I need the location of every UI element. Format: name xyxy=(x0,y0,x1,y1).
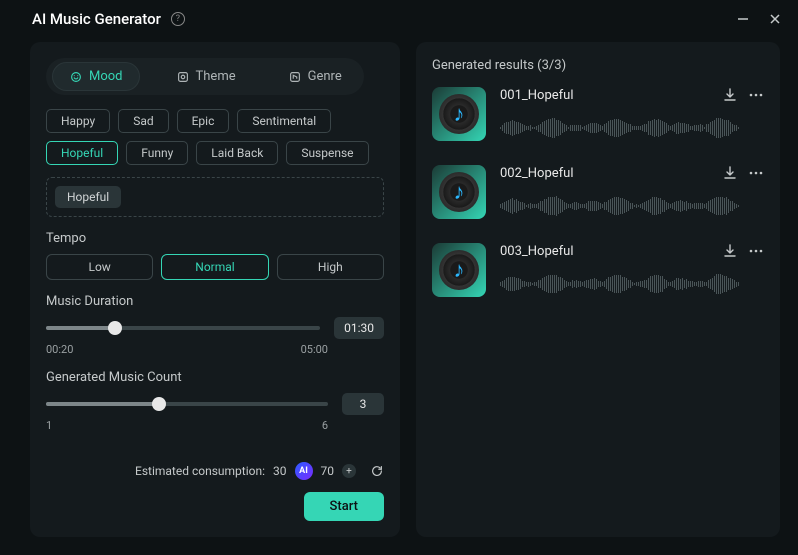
result-title: 002_Hopeful xyxy=(500,166,574,181)
download-icon[interactable] xyxy=(722,165,738,181)
tab-label: Genre xyxy=(308,69,342,84)
count-min: 1 xyxy=(46,419,52,432)
mood-chip-laid-back[interactable]: Laid Back xyxy=(196,141,278,165)
result-thumbnail[interactable]: ♪ xyxy=(432,87,486,141)
selected-tags-bar: Hopeful xyxy=(46,177,384,217)
waveform[interactable] xyxy=(500,195,764,217)
duration-max: 05:00 xyxy=(301,343,328,356)
download-icon[interactable] xyxy=(722,243,738,259)
result-item: ♪ 003_Hopeful xyxy=(432,243,764,297)
result-title: 003_Hopeful xyxy=(500,244,574,259)
music-note-icon: ♪ xyxy=(454,257,465,283)
estimate-label: Estimated consumption: xyxy=(135,464,265,478)
more-icon[interactable] xyxy=(748,165,764,181)
credits-value: 70 xyxy=(321,464,335,478)
tab-theme[interactable]: Theme xyxy=(160,63,252,90)
mood-chip-epic[interactable]: Epic xyxy=(177,109,230,133)
count-max: 6 xyxy=(322,419,328,432)
refresh-icon[interactable] xyxy=(370,464,384,478)
duration-label: Music Duration xyxy=(46,294,384,309)
count-label: Generated Music Count xyxy=(46,370,384,385)
add-credits-button[interactable]: + xyxy=(342,464,356,478)
tempo-low[interactable]: Low xyxy=(46,254,153,280)
download-icon[interactable] xyxy=(722,87,738,103)
tempo-normal[interactable]: Normal xyxy=(161,254,268,280)
waveform[interactable] xyxy=(500,273,764,295)
start-button[interactable]: Start xyxy=(304,492,384,521)
tab-mood[interactable]: Mood xyxy=(52,62,140,91)
tab-genre[interactable]: Genre xyxy=(272,63,358,90)
result-title: 001_Hopeful xyxy=(500,88,574,103)
mood-chip-hopeful[interactable]: Hopeful xyxy=(46,141,118,165)
close-button[interactable] xyxy=(768,12,782,26)
help-icon[interactable]: ? xyxy=(171,12,185,26)
results-panel: Generated results (3/3) ♪ 001_Hopeful ♪ 002… xyxy=(416,42,780,537)
music-note-icon: ♪ xyxy=(454,179,465,205)
window-title: AI Music Generator xyxy=(32,10,161,28)
results-heading: Generated results (3/3) xyxy=(432,58,764,73)
more-icon[interactable] xyxy=(748,87,764,103)
result-thumbnail[interactable]: ♪ xyxy=(432,243,486,297)
result-item: ♪ 002_Hopeful xyxy=(432,165,764,219)
selected-tag[interactable]: Hopeful xyxy=(55,186,121,208)
music-note-icon: ♪ xyxy=(454,101,465,127)
tab-label: Theme xyxy=(196,69,236,84)
result-thumbnail[interactable]: ♪ xyxy=(432,165,486,219)
count-slider[interactable] xyxy=(46,402,328,406)
count-value: 3 xyxy=(342,393,384,415)
mood-chips: Happy Sad Epic Sentimental Hopeful Funny Laid … xyxy=(46,109,384,165)
duration-min: 00:20 xyxy=(46,343,73,356)
waveform[interactable] xyxy=(500,117,764,139)
mood-chip-suspense[interactable]: Suspense xyxy=(286,141,368,165)
estimate-value: 30 xyxy=(273,464,287,478)
tempo-high[interactable]: High xyxy=(277,254,384,280)
tempo-label: Tempo xyxy=(46,231,384,246)
settings-panel: Mood Theme Genre Happy Sad Epic Sentimental Ho… xyxy=(30,42,400,537)
mood-chip-funny[interactable]: Funny xyxy=(126,141,188,165)
tempo-options: Low Normal High xyxy=(46,254,384,280)
duration-slider[interactable] xyxy=(46,326,320,330)
mood-chip-sad[interactable]: Sad xyxy=(118,109,168,133)
more-icon[interactable] xyxy=(748,243,764,259)
ai-credits-icon: AI xyxy=(295,462,313,480)
tab-label: Mood xyxy=(89,69,123,84)
minimize-button[interactable] xyxy=(736,12,750,26)
result-item: ♪ 001_Hopeful xyxy=(432,87,764,141)
duration-value: 01:30 xyxy=(334,317,384,339)
mood-chip-happy[interactable]: Happy xyxy=(46,109,110,133)
category-tabs: Mood Theme Genre xyxy=(46,58,364,95)
mood-chip-sentimental[interactable]: Sentimental xyxy=(237,109,331,133)
